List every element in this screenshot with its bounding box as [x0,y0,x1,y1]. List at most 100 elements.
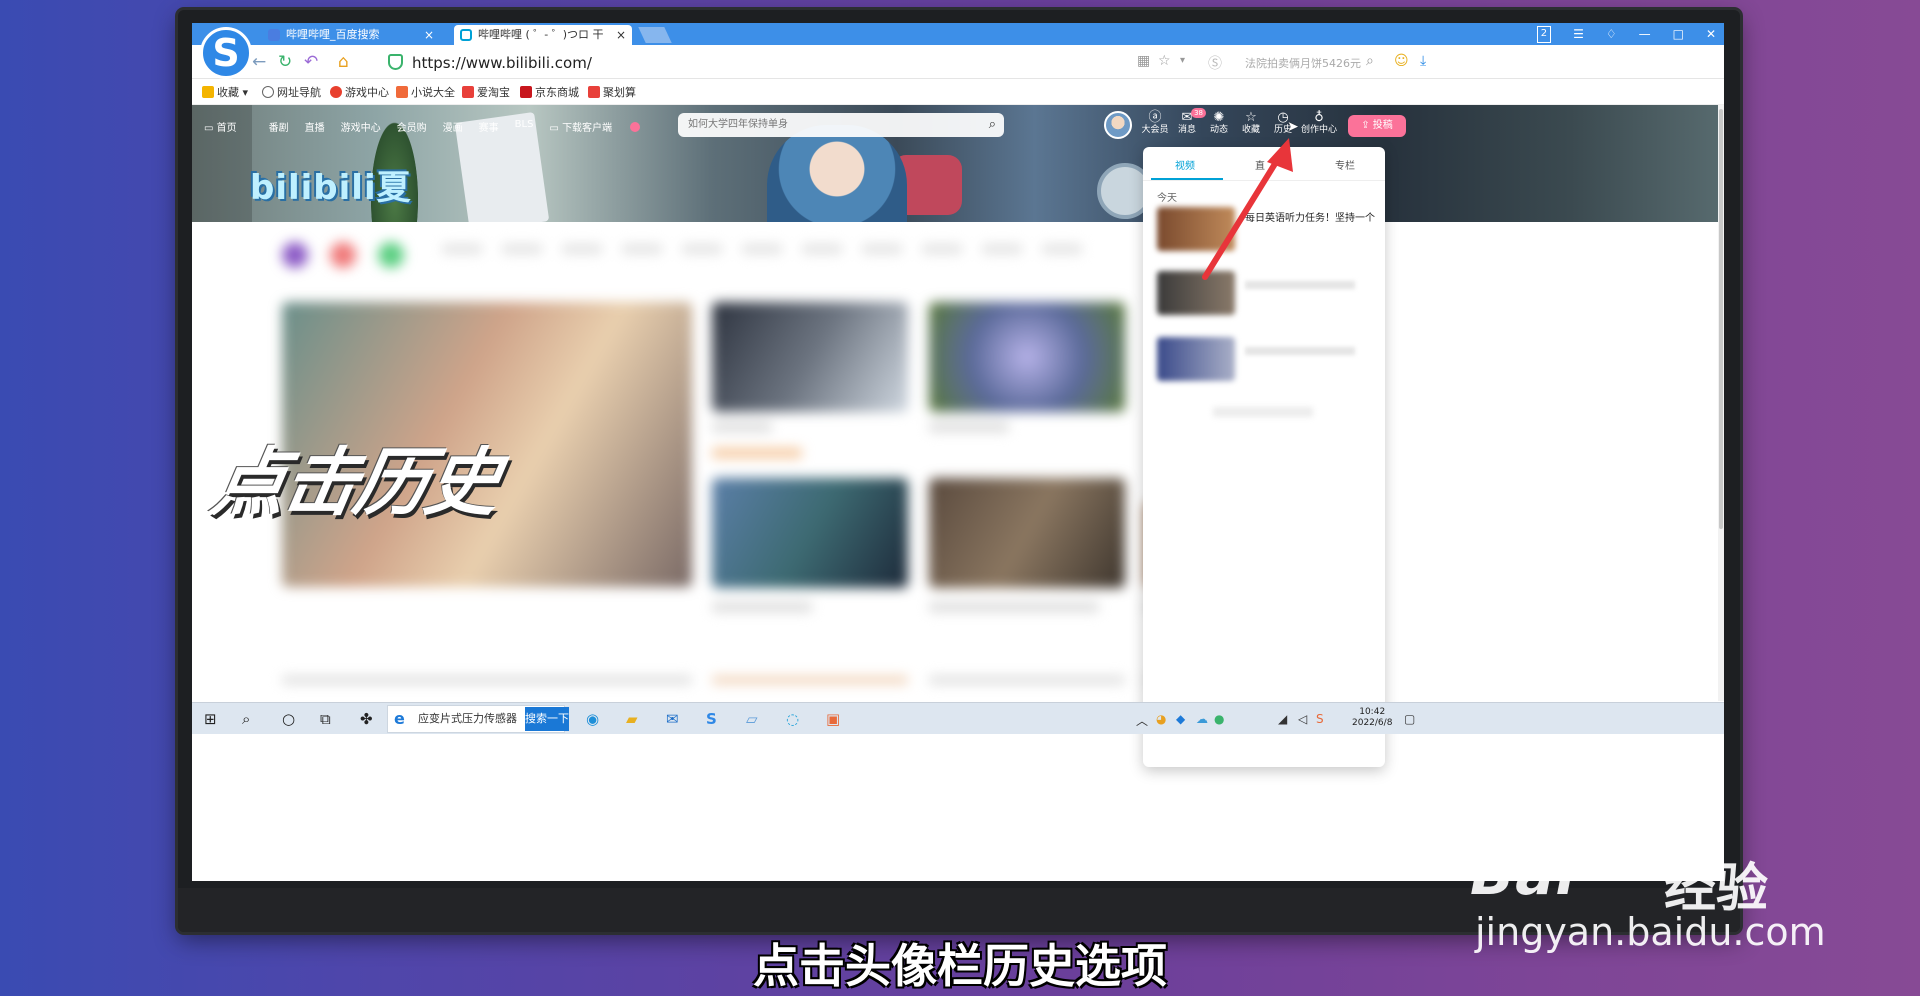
nav-download[interactable]: ▭ 下载客户端 [549,119,656,134]
search-icon[interactable]: ⌕ [242,709,250,729]
tray-expand-icon[interactable]: ︿ [1136,712,1148,729]
instruction-caption: 点击历史 [205,440,505,526]
undo-icon[interactable]: ↶ [304,52,318,72]
taskbar-clock[interactable]: 10:42 2022/6/8 [1352,707,1392,729]
url-field[interactable]: https://www.bilibili.com/ [412,54,592,72]
search-placeholder: 如何大学四年保持单身 [688,119,788,130]
search-icon[interactable]: ⌕ [1366,53,1374,69]
nav-bls[interactable]: BLS [515,119,534,134]
app-pinwheel-icon[interactable]: ✤ [360,709,373,729]
new-tab-button[interactable] [638,27,672,43]
bookmark-games[interactable]: 游戏中心 [330,84,389,100]
video-card [929,302,1125,412]
notepad-icon[interactable]: ▱ [746,709,758,729]
windows-taskbar: ⊞ ⌕ ○ ⧉ ✤ e 应变片式压力传感器 搜索一下 ◉ ▰ ✉ S ▱ ◌ ▣… [192,702,1724,734]
nav-home[interactable]: ▭ 首页 [204,119,253,134]
globe-icon [262,86,274,98]
address-bar: ← ↻ ↶ ⌂ https://www.bilibili.com/ ▦ ☆ ▾ … [192,45,1724,79]
qr-icon[interactable]: ▦ [1137,53,1150,69]
tab-label: 哔哩哔哩 ( ゜- ゜)つロ 干 [478,28,604,41]
refresh-icon[interactable]: ↻ [278,52,292,72]
search-input[interactable]: 法院拍卖俩月饼5426元 [1245,55,1361,71]
chevron-down-icon[interactable]: ▾ [1180,55,1185,66]
screen: 哔哩哔哩_百度搜索 × 哔哩哔哩 ( ゜- ゜)つロ 干 × 2 ☰ ♢ — □… [192,23,1724,881]
shield-icon [388,54,403,70]
close-icon[interactable]: × [616,25,626,45]
volume-icon[interactable]: ◁ [1298,712,1307,726]
bulb-icon: ♁ [1314,110,1324,125]
home-icon[interactable]: ⌂ [338,52,349,72]
upload-button[interactable]: ⇪ 投稿 [1348,115,1406,137]
nav-events[interactable]: 赛事 [479,119,499,134]
scrollbar-thumb[interactable] [1719,109,1723,529]
history-tab-video[interactable]: 视频 [1175,157,1195,172]
star-icon: ☆ [1245,110,1257,125]
window-count-badge[interactable]: 2 [1536,26,1552,43]
history-section-date: 今天 [1157,193,1177,204]
tray-app-icon[interactable]: ◆ [1176,712,1185,726]
bilibili-nav: ▭ 首页 番剧 直播 游戏中心 会员购 漫画 赛事 BLS ▭ 下载客户端 [204,119,672,134]
nav-live[interactable]: 直播 [305,119,325,134]
pointer-arrow [1202,138,1293,280]
bookmark-favorites[interactable]: 收藏 ▾ [202,84,248,100]
close-window-icon[interactable]: ✕ [1706,25,1716,43]
menu-icon[interactable]: ☰ [1573,25,1584,43]
channel-icon [282,242,308,268]
wechat-icon[interactable]: ● [1214,712,1224,726]
edge-icon[interactable]: ◉ [586,709,599,729]
browser-tab-bar: 哔哩哔哩_百度搜索 × 哔哩哔哩 ( ゜- ゜)つロ 干 × 2 ☰ ♢ — □… [192,23,1724,45]
cortana-icon[interactable]: ○ [282,709,295,729]
avatar[interactable] [1104,111,1132,139]
windows-start-icon[interactable]: ⊞ [204,709,217,729]
star-icon [202,86,214,98]
input-method-icon[interactable]: S [1316,712,1324,726]
history-tab-article[interactable]: 专栏 [1335,157,1355,172]
bilibili-search-input[interactable]: 如何大学四年保持单身 ⌕ [678,113,1004,137]
book-icon [396,86,408,98]
notification-icon[interactable]: ▢ [1404,712,1415,726]
taskbar-search-button[interactable]: 搜索一下 [525,707,569,731]
game-icon [330,86,342,98]
new-badge [630,122,641,132]
bilibili-header-banner: bilibili夏 ▭ 首页 番剧 直播 游戏中心 会员购 漫画 赛事 BLS … [192,105,1724,222]
folder-icon[interactable]: ▰ [626,709,638,729]
network-icon[interactable]: ◢ [1278,712,1287,726]
tab-baidu-search[interactable]: 哔哩哔哩_百度搜索 × [262,25,440,45]
download-icon[interactable]: ⤓ [1420,53,1426,69]
skin-icon[interactable]: ♢ [1606,25,1617,43]
minimize-icon[interactable]: — [1639,25,1651,43]
tab-label: 哔哩哔哩_百度搜索 [286,28,380,41]
sogou-browser-icon[interactable]: S [706,709,717,729]
search-engine-icon[interactable]: Ⓢ [1208,53,1222,73]
history-more-link[interactable] [1213,407,1313,417]
bookmark-taobao[interactable]: 爱淘宝 [462,84,510,100]
sogou-browser-logo[interactable]: S [200,27,252,79]
star-icon[interactable]: ☆ [1158,53,1171,69]
nav-anime[interactable]: 番剧 [269,119,289,134]
qq-icon[interactable]: ◕ [1156,712,1166,726]
mouse-cursor-icon: ➤ [1287,119,1299,135]
bookmark-novels[interactable]: 小说大全 [396,84,455,100]
bookmark-nav[interactable]: 网址导航 [262,84,321,100]
nav-manga[interactable]: 漫画 [443,119,463,134]
back-icon[interactable]: ← [252,52,266,72]
bookmark-jd[interactable]: 京东商城 [520,84,579,100]
tab-bilibili[interactable]: 哔哩哔哩 ( ゜- ゜)つロ 干 × [454,25,632,45]
mail-icon[interactable]: ✉ [666,709,679,729]
search-icon[interactable]: ⌕ [989,113,996,137]
smile-icon[interactable]: ☺ [1394,53,1409,69]
maximize-icon[interactable]: □ [1673,25,1684,43]
task-view-icon[interactable]: ⧉ [320,709,331,729]
cloud-icon[interactable]: ☁ [1196,712,1208,726]
slides-icon[interactable]: ▣ [826,709,840,729]
header-vip[interactable]: ⓐ 大会员 [1140,111,1170,136]
nav-games[interactable]: 游戏中心 [341,119,381,134]
history-item[interactable] [1157,337,1371,387]
close-icon[interactable]: × [424,25,434,45]
bilibili-logo[interactable]: bilibili夏 [250,160,412,209]
bookmark-juhuasuan[interactable]: 聚划算 [588,84,636,100]
nav-shop[interactable]: 会员购 [397,119,427,134]
page-scrollbar[interactable] [1718,105,1724,701]
chat-icon[interactable]: ◌ [786,709,799,729]
history-thumbnail [1157,337,1235,381]
